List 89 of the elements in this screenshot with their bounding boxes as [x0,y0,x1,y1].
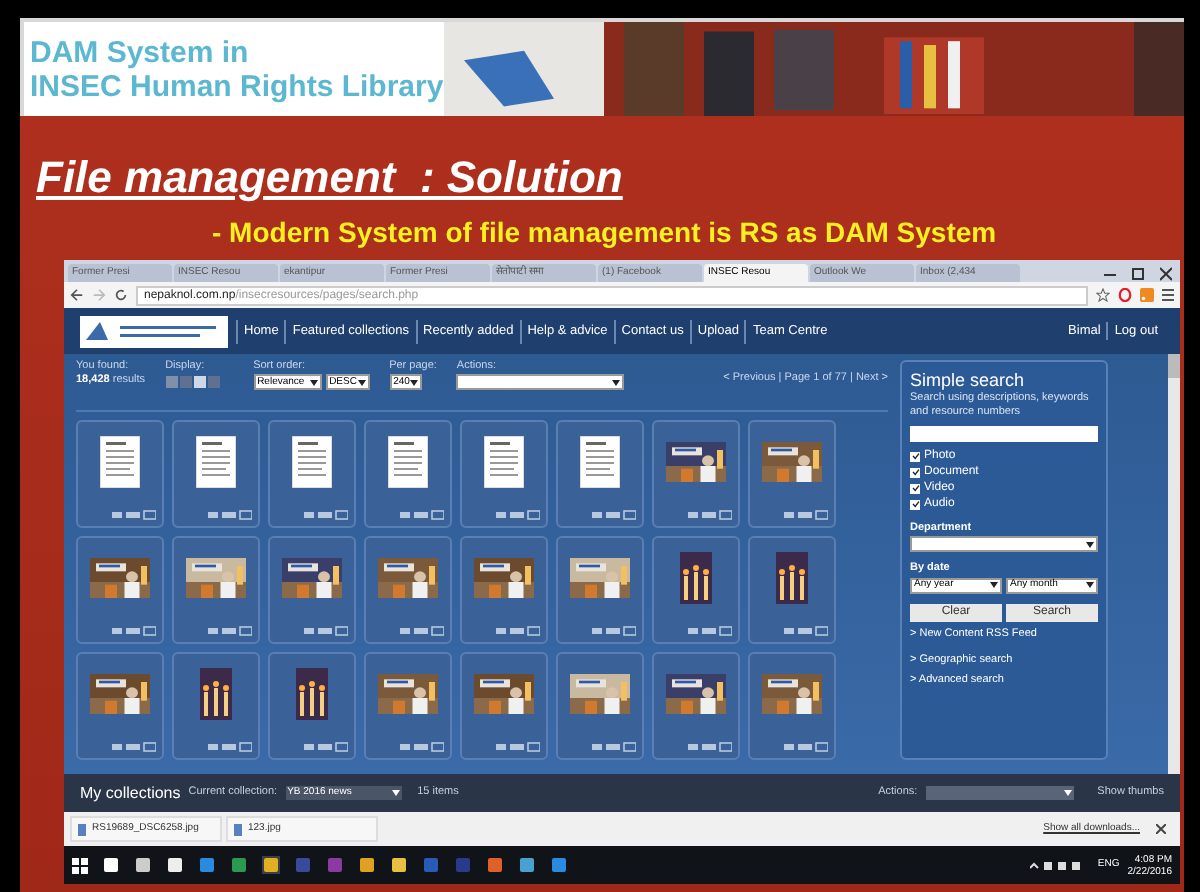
checkbox[interactable] [910,467,920,477]
view-mode-icon[interactable] [165,376,222,388]
tile-tools-icon[interactable] [400,626,444,636]
tile-tools-icon[interactable] [688,510,732,520]
tile-tools-icon[interactable] [112,626,156,636]
document-icon [292,436,332,488]
collections-title: My collections [80,781,181,805]
resource-tile[interactable] [748,536,836,644]
caret-icon [409,379,418,385]
tile-tools-icon[interactable] [208,742,252,752]
caret-icon [391,790,400,796]
tile-tools-icon[interactable] [304,510,348,520]
file-icon [78,823,86,835]
caret-icon [357,379,366,385]
star-icon[interactable] [1096,288,1110,302]
header-title: INSEC Human Rights Library [30,69,444,103]
resource-tile[interactable] [652,652,740,760]
tile-tools-icon[interactable] [400,510,444,520]
resource-tile[interactable] [268,420,356,528]
tile-tools-icon[interactable] [592,510,636,520]
resource-tile[interactable] [172,420,260,528]
tile-tools-icon[interactable] [592,626,636,636]
resource-tile[interactable] [172,536,260,644]
resource-tile[interactable] [652,536,740,644]
tile-tools-icon[interactable] [496,626,540,636]
back-icon[interactable] [70,288,84,302]
resource-tile[interactable] [268,536,356,644]
reload-icon[interactable] [114,288,128,302]
caret-icon [612,379,621,385]
checkbox[interactable] [910,451,920,461]
resource-tile[interactable] [556,652,644,760]
resource-tile[interactable] [172,652,260,760]
panel-title: Simple search [910,370,1027,392]
resource-tile[interactable] [76,536,164,644]
resource-tile[interactable] [364,420,452,528]
resource-tile[interactable] [652,420,740,528]
tile-tools-icon[interactable] [304,742,348,752]
caret-icon [1086,582,1094,588]
resource-tile[interactable] [76,652,164,760]
tile-tools-icon[interactable] [688,626,732,636]
tile-tools-icon[interactable] [688,742,732,752]
document-icon [196,436,236,488]
tile-tools-icon[interactable] [208,510,252,520]
search-field[interactable] [910,426,1098,442]
department-select[interactable] [910,536,1098,553]
document-icon [580,436,620,488]
caret-icon [990,582,998,588]
resource-tile[interactable] [748,420,836,528]
site-logo[interactable] [80,315,228,347]
resource-tile[interactable] [364,652,452,760]
checkbox[interactable] [910,483,920,493]
resource-tile[interactable] [460,536,548,644]
tile-tools-icon[interactable] [496,510,540,520]
resource-tile[interactable] [556,536,644,644]
caret-icon [309,379,318,385]
slide-subtitle: - Modern System of file management is RS as DAM System [210,214,999,252]
tile-tools-icon[interactable] [112,742,156,752]
slide-title: File management : Solution [36,152,623,202]
checkbox[interactable] [910,499,920,509]
start-icon[interactable] [72,857,88,873]
resource-tile[interactable] [268,652,356,760]
maximize-icon[interactable] [1132,266,1144,282]
file-icon [234,823,242,835]
close-icon[interactable] [1160,266,1172,282]
caret-icon [1063,790,1072,796]
resource-tile[interactable] [364,536,452,644]
tile-tools-icon[interactable] [784,510,828,520]
tile-tools-icon[interactable] [592,742,636,752]
tile-tools-icon[interactable] [112,510,156,520]
resource-tile[interactable] [460,652,548,760]
document-icon [388,436,428,488]
header-title: DAM System in [30,35,251,69]
resource-tile[interactable] [76,420,164,528]
resource-tile[interactable] [556,420,644,528]
menu-icon[interactable] [1162,288,1174,302]
scrollbar-thumb[interactable] [1168,354,1180,378]
document-icon [484,436,524,488]
tile-tools-icon[interactable] [784,742,828,752]
caret-icon [1086,541,1094,548]
close-icon[interactable] [1156,824,1166,834]
resource-tile[interactable] [748,652,836,760]
tile-tools-icon[interactable] [304,626,348,636]
tile-tools-icon[interactable] [784,626,828,636]
tile-tools-icon[interactable] [496,742,540,752]
resource-tile[interactable] [460,420,548,528]
tile-tools-icon[interactable] [208,626,252,636]
tile-tools-icon[interactable] [400,742,444,752]
actions-select[interactable] [456,374,625,390]
document-icon [100,436,140,488]
